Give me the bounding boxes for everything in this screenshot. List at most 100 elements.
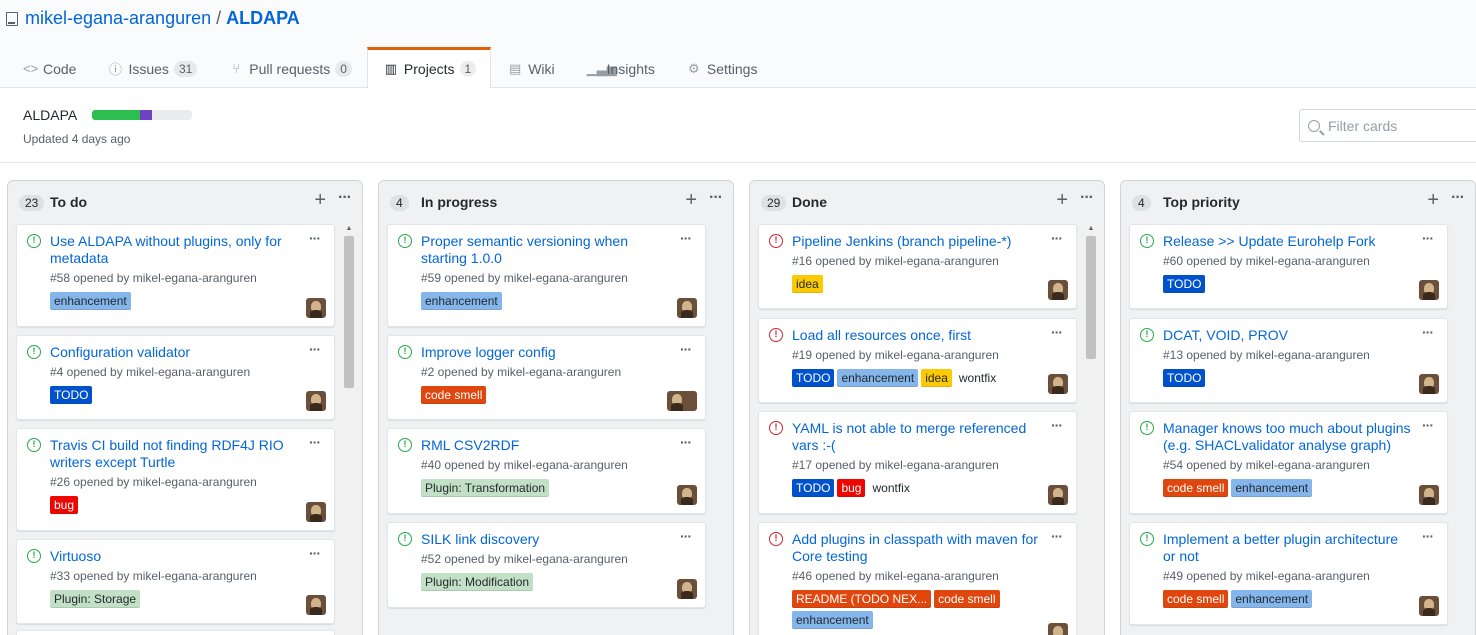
column-menu-icon[interactable]: ···: [338, 189, 352, 207]
label-code-smell[interactable]: code smell: [421, 386, 487, 404]
avatar[interactable]: [306, 391, 326, 411]
card-title-link[interactable]: Travis CI build not finding RDF4J RIO wr…: [50, 437, 300, 471]
card-title-link[interactable]: DCAT, VOID, PROV: [1163, 327, 1413, 344]
repo-name-link[interactable]: ALDAPA: [226, 8, 300, 29]
tab-projects[interactable]: ▥ Projects 1: [366, 47, 492, 89]
add-card-icon[interactable]: +: [314, 189, 326, 212]
label-enhancement[interactable]: enhancement: [1231, 590, 1313, 608]
label-enhancement[interactable]: enhancement: [837, 369, 919, 387]
issue-card[interactable]: ! Add plugins in classpath with maven for…: [758, 522, 1077, 635]
label-wontfix[interactable]: wontfix: [868, 479, 914, 497]
column-scrollbar[interactable]: ▲: [343, 224, 355, 635]
tab-wiki[interactable]: ▤ Wiki: [491, 47, 569, 88]
label-readme-todo-nex[interactable]: README (TODO NEX...: [792, 590, 932, 608]
avatar[interactable]: [677, 485, 697, 505]
avatar[interactable]: [1048, 485, 1068, 505]
tab-code[interactable]: <> Code: [6, 47, 91, 88]
card-title-link[interactable]: Add plugins in classpath with maven for …: [792, 531, 1042, 565]
issue-card[interactable]: ! Release >> Update Eurohelp Fork ··· #60 o…: [1129, 224, 1448, 309]
issue-card[interactable]: ! Improve logger config ··· #2 opened by mi…: [387, 335, 706, 420]
avatar[interactable]: [1048, 374, 1068, 394]
issue-card[interactable]: ! Proper semantic versioning when startin…: [387, 224, 706, 327]
card-menu-icon[interactable]: ···: [309, 230, 321, 246]
avatar[interactable]: [1048, 280, 1068, 300]
card-menu-icon[interactable]: ···: [309, 434, 321, 450]
card-title-link[interactable]: Implement a better plugin architecture o…: [1163, 531, 1413, 565]
card-title-link[interactable]: Improve logger config: [421, 344, 671, 361]
card-menu-icon[interactable]: ···: [1422, 528, 1434, 544]
card-title-link[interactable]: Load all resources once, first: [792, 327, 1042, 344]
label-idea[interactable]: idea: [921, 369, 952, 387]
card-title-link[interactable]: Release >> Update Eurohelp Fork: [1163, 233, 1413, 250]
issue-card[interactable]: ! Implement a better plugin architecture …: [1129, 522, 1448, 625]
issue-card[interactable]: ! Configuration validator ··· #4 opened by …: [16, 335, 335, 420]
repo-owner-link[interactable]: mikel-egana-aranguren: [25, 8, 211, 29]
scroll-up-arrow-icon[interactable]: ▲: [1086, 225, 1096, 232]
issue-card[interactable]: ! Travis CI build not finding RDF4J RIO w…: [16, 428, 335, 531]
label-enhancement[interactable]: enhancement: [792, 611, 873, 629]
card-menu-icon[interactable]: ···: [680, 434, 692, 450]
avatar[interactable]: [677, 579, 697, 599]
label-todo[interactable]: TODO: [792, 369, 835, 387]
column-scrollbar[interactable]: ▲: [1085, 224, 1097, 635]
card-title-link[interactable]: YAML is not able to merge referenced var…: [792, 420, 1042, 454]
card-title-link[interactable]: Virtuoso: [50, 548, 300, 565]
issue-card[interactable]: ! Manager knows too much about plugins (e…: [1129, 411, 1448, 514]
card-title-link[interactable]: Proper semantic versioning when starting…: [421, 233, 671, 267]
issue-card[interactable]: ! Load all resources once, first ··· #19 op…: [758, 318, 1077, 403]
scrollbar-thumb[interactable]: [344, 236, 354, 388]
label-todo[interactable]: TODO: [792, 479, 835, 497]
label-code-smell[interactable]: code smell: [934, 590, 1000, 608]
card-title-link[interactable]: SILK link discovery: [421, 531, 671, 548]
column-menu-icon[interactable]: ···: [1451, 189, 1465, 207]
issue-card[interactable]: ! Virtuoso ··· #33 opened by mikel-egana-ar…: [16, 539, 335, 624]
label-enhancement[interactable]: enhancement: [50, 292, 131, 310]
avatar[interactable]: [677, 298, 697, 318]
card-title-link[interactable]: Use ALDAPA without plugins, only for met…: [50, 233, 300, 267]
card-menu-icon[interactable]: ···: [309, 545, 321, 561]
issue-card[interactable]: ! DCAT, VOID, PROV ··· #13 opened by mikel-…: [1129, 318, 1448, 403]
card-menu-icon[interactable]: ···: [1051, 417, 1063, 433]
issue-card[interactable]: ! SILK link discovery ··· #52 opened by mik…: [387, 522, 706, 608]
tab-issues[interactable]: ⓘ Issues 31: [91, 47, 212, 88]
avatar[interactable]: [1419, 485, 1439, 505]
tab-pull-requests[interactable]: ⑂ Pull requests 0: [212, 47, 367, 88]
issue-card[interactable]: ! RML CSV2RDF ··· #40 opened by mikel-egana…: [387, 428, 706, 514]
card-menu-icon[interactable]: ···: [309, 341, 321, 357]
label-todo[interactable]: TODO: [1163, 369, 1206, 387]
column-menu-icon[interactable]: ···: [709, 189, 723, 207]
avatar[interactable]: [667, 391, 697, 411]
avatar[interactable]: [1419, 596, 1439, 616]
card-title-link[interactable]: Manager knows too much about plugins (e.…: [1163, 420, 1413, 454]
card-menu-icon[interactable]: ···: [1051, 324, 1063, 340]
column-menu-icon[interactable]: ···: [1080, 189, 1094, 207]
scrollbar-thumb[interactable]: [1086, 236, 1096, 359]
add-card-icon[interactable]: +: [1427, 189, 1439, 212]
issue-card[interactable]: ! Use ALDAPA without plugins, only for me…: [16, 224, 335, 327]
card-menu-icon[interactable]: ···: [680, 528, 692, 544]
avatar[interactable]: [1419, 280, 1439, 300]
avatar[interactable]: [306, 298, 326, 318]
issue-card[interactable]: ! Pipeline Jenkins (branch pipeline-*) ···…: [758, 224, 1077, 309]
tab-settings[interactable]: ⚙ Settings: [670, 47, 773, 88]
card-title-link[interactable]: Pipeline Jenkins (branch pipeline-*): [792, 233, 1042, 250]
label-todo[interactable]: TODO: [50, 386, 93, 404]
label-plugin-modification[interactable]: Plugin: Modification: [421, 573, 534, 591]
label-todo[interactable]: TODO: [1163, 275, 1206, 293]
label-plugin-storage[interactable]: Plugin: Storage: [50, 590, 141, 608]
avatar[interactable]: [306, 595, 326, 615]
card-menu-icon[interactable]: ···: [1422, 417, 1434, 433]
avatar[interactable]: [1419, 374, 1439, 394]
card-title-link[interactable]: RML CSV2RDF: [421, 437, 671, 454]
add-card-icon[interactable]: +: [1056, 189, 1068, 212]
card-menu-icon[interactable]: ···: [1422, 324, 1434, 340]
label-code-smell[interactable]: code smell: [1163, 590, 1229, 608]
avatar[interactable]: [306, 502, 326, 522]
label-bug[interactable]: bug: [837, 479, 866, 497]
label-idea[interactable]: idea: [792, 275, 823, 293]
label-bug[interactable]: bug: [50, 496, 79, 514]
label-enhancement[interactable]: enhancement: [1231, 479, 1313, 497]
label-enhancement[interactable]: enhancement: [421, 292, 502, 310]
label-wontfix[interactable]: wontfix: [954, 369, 1001, 387]
card-menu-icon[interactable]: ···: [1051, 230, 1063, 246]
